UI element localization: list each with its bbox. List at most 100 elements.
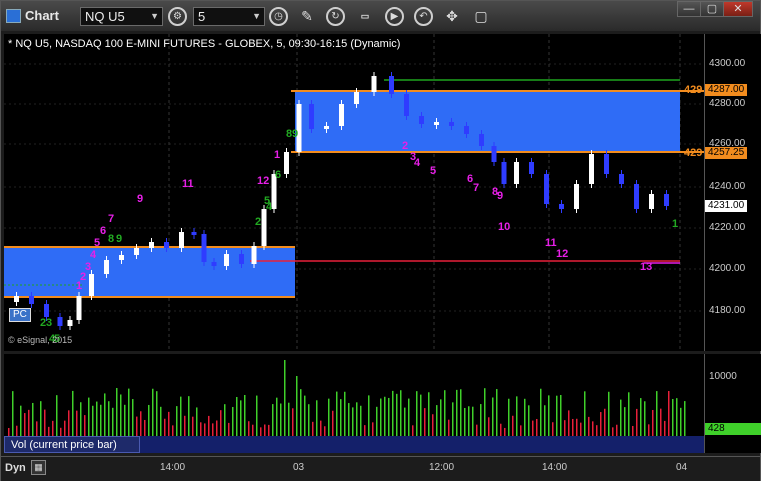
volume-bar	[388, 397, 390, 436]
candle	[309, 104, 314, 129]
support-zone	[4, 247, 295, 297]
candle	[324, 126, 329, 129]
volume-bar	[260, 427, 262, 436]
formula-icon[interactable]: ↻	[326, 7, 345, 26]
quote-icon[interactable]: ▭	[355, 6, 375, 26]
upper-level-tag: 4287.00	[705, 84, 748, 96]
candle	[464, 126, 469, 134]
clock-icon[interactable]: ◷	[269, 7, 288, 26]
volume-bar	[576, 418, 578, 436]
volume-bar	[68, 410, 70, 436]
volume-bar	[124, 404, 126, 436]
candle	[224, 254, 229, 266]
volume-bar	[316, 400, 318, 436]
volume-bar	[72, 390, 74, 436]
maximize-button[interactable]: ▢	[700, 1, 724, 17]
volume-bar	[188, 396, 190, 436]
price-axis[interactable]: 4300.00 4280.00 4260.00 4240.00 4220.00 …	[704, 34, 761, 351]
volume-bar	[432, 414, 434, 436]
volume-bar	[452, 402, 454, 436]
candle	[239, 254, 244, 264]
volume-bar	[76, 410, 78, 436]
comment-icon[interactable]: ▢	[471, 6, 491, 26]
volume-bar	[112, 407, 114, 436]
volume-bar	[520, 425, 522, 436]
volume-bar	[28, 409, 30, 436]
time-axis[interactable]: Dyn ▦ 14:00 03 12:00 14:00 04	[1, 456, 760, 481]
volume-bar	[620, 399, 622, 436]
interval-settings-icon[interactable]: ⚙	[168, 7, 187, 26]
volume-bar	[440, 399, 442, 436]
volume-bar	[420, 394, 422, 436]
volume-bar	[320, 420, 322, 436]
volume-bar	[296, 376, 298, 436]
candle	[211, 262, 217, 266]
candle	[57, 317, 63, 326]
setup-count-label: 6	[275, 169, 281, 181]
volume-axis[interactable]: 10000 428	[704, 354, 761, 453]
candle	[191, 232, 197, 235]
cursor-tool-icon[interactable]: ✥	[442, 6, 462, 26]
volume-study-label-box[interactable]: Vol (current price bar)	[4, 436, 140, 453]
volume-bar	[568, 410, 570, 436]
candle	[604, 154, 609, 174]
volume-bar	[456, 389, 458, 436]
volume-bar	[380, 398, 382, 436]
volume-bar	[132, 399, 134, 436]
volume-bar	[564, 420, 566, 436]
candle	[179, 232, 184, 248]
replay-play-icon[interactable]: ▶	[385, 7, 404, 26]
volume-bar	[208, 415, 210, 436]
setup-count-label: 13	[640, 261, 652, 273]
setup-count-label: 2	[402, 140, 408, 152]
price-tick: 4200.00	[709, 263, 746, 274]
dynamic-toggle-icon[interactable]: ▦	[31, 460, 46, 475]
dynamic-mode-label[interactable]: Dyn	[5, 462, 26, 474]
close-button[interactable]: ✕	[723, 1, 753, 17]
chevron-down-icon[interactable]: ▼	[252, 8, 261, 25]
setup-count-label: 4	[90, 249, 97, 261]
volume-bar	[24, 413, 26, 436]
setup-count-label: 11	[545, 237, 557, 249]
candle	[339, 104, 344, 126]
volume-bar	[80, 402, 82, 436]
candle	[404, 94, 409, 116]
symbol-combobox[interactable]: NQ U5 ▼	[80, 7, 163, 26]
volume-bar	[580, 422, 582, 436]
candle	[164, 242, 169, 248]
volume-bar	[328, 398, 330, 436]
price-pane[interactable]: * NQ U5, NASDAQ 100 E-MINI FUTURES - GLO…	[4, 34, 704, 351]
volume-pane[interactable]: Vol (current price bar)	[4, 354, 704, 453]
interval-combobox[interactable]: 5 ▼	[193, 7, 265, 26]
chevron-down-icon[interactable]: ▼	[150, 8, 159, 25]
volume-bar	[468, 406, 470, 436]
candle	[44, 304, 49, 317]
volume-bar	[644, 401, 646, 436]
setup-count-label: 4	[414, 157, 421, 169]
volume-bar	[372, 422, 374, 436]
volume-bar	[276, 397, 278, 436]
lower-level-tag: 4257.25	[705, 147, 748, 159]
setup-count-label: 2	[255, 216, 261, 228]
candle	[29, 296, 34, 304]
back-arrow-icon[interactable]: ↶	[414, 7, 433, 26]
minimize-button[interactable]: —	[677, 1, 701, 17]
volume-bar	[656, 391, 658, 436]
volume-bar	[636, 408, 638, 436]
chart-app-icon	[6, 9, 21, 23]
volume-bar	[144, 419, 146, 436]
volume-bar	[676, 398, 678, 436]
volume-bar	[36, 421, 38, 436]
candle	[149, 242, 154, 248]
volume-bar	[280, 403, 282, 436]
draw-pencil-icon[interactable]: ✎	[297, 6, 317, 26]
volume-bar	[624, 407, 626, 436]
volume-bar	[196, 407, 198, 436]
volume-bar	[100, 404, 102, 436]
volume-bar	[672, 398, 674, 436]
price-chart-svg: 1234567 89101112131211976543218 965428 912 3…	[4, 34, 704, 351]
setup-count-label: 12	[257, 175, 269, 187]
volume-bar	[384, 396, 386, 436]
candle	[501, 162, 507, 184]
volume-bar	[652, 409, 654, 436]
